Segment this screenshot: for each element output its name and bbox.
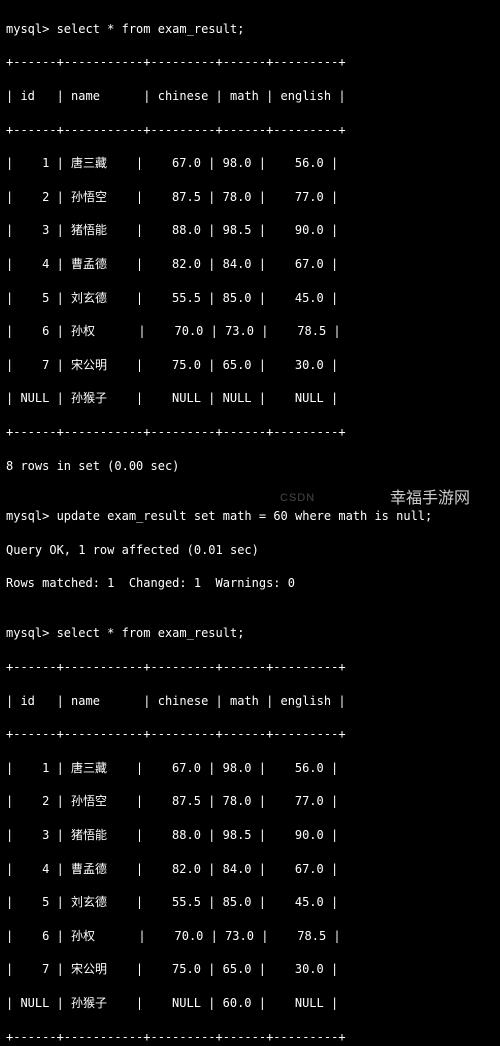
- sql-select-2: select * from exam_result;: [57, 626, 245, 640]
- mysql-prompt: mysql>: [6, 509, 57, 523]
- update-result: Rows matched: 1 Changed: 1 Warnings: 0: [6, 575, 494, 592]
- sql-update: update exam_result set math = 60 where m…: [57, 509, 433, 523]
- table-row: | 4 | 曹孟德 | 82.0 | 84.0 | 67.0 |: [6, 256, 494, 273]
- table-row: | 1 | 唐三藏 | 67.0 | 98.0 | 56.0 |: [6, 155, 494, 172]
- table-row: | 3 | 猪悟能 | 88.0 | 98.5 | 90.0 |: [6, 827, 494, 844]
- table-row: | 5 | 刘玄德 | 55.5 | 85.0 | 45.0 |: [6, 290, 494, 307]
- rows-summary: 8 rows in set (0.00 sec): [6, 458, 494, 475]
- table-row: | NULL | 孙猴子 | NULL | 60.0 | NULL |: [6, 995, 494, 1012]
- query-line: mysql> select * from exam_result;: [6, 625, 494, 642]
- table-row: | 7 | 宋公明 | 75.0 | 65.0 | 30.0 |: [6, 961, 494, 978]
- table-header: | id | name | chinese | math | english |: [6, 693, 494, 710]
- table-row: | 6 | 孙权 | 70.0 | 73.0 | 78.5 |: [6, 928, 494, 945]
- mysql-terminal[interactable]: mysql> select * from exam_result; +-----…: [0, 0, 500, 1046]
- table-row: | 4 | 曹孟德 | 82.0 | 84.0 | 67.0 |: [6, 861, 494, 878]
- table-row: | 7 | 宋公明 | 75.0 | 65.0 | 30.0 |: [6, 357, 494, 374]
- mysql-prompt: mysql>: [6, 626, 57, 640]
- sql-select-1: select * from exam_result;: [57, 22, 245, 36]
- mysql-prompt: mysql>: [6, 22, 57, 36]
- table-row: | 2 | 孙悟空 | 87.5 | 78.0 | 77.0 |: [6, 793, 494, 810]
- query-line: mysql> update exam_result set math = 60 …: [6, 508, 494, 525]
- table-row: | 3 | 猪悟能 | 88.0 | 98.5 | 90.0 |: [6, 222, 494, 239]
- query-line: mysql> select * from exam_result;: [6, 21, 494, 38]
- table-border: +------+-----------+---------+------+---…: [6, 1029, 494, 1046]
- table-border: +------+-----------+---------+------+---…: [6, 659, 494, 676]
- table-border: +------+-----------+---------+------+---…: [6, 54, 494, 71]
- table-border: +------+-----------+---------+------+---…: [6, 726, 494, 743]
- table-row: | NULL | 孙猴子 | NULL | NULL | NULL |: [6, 390, 494, 407]
- table-header: | id | name | chinese | math | english |: [6, 88, 494, 105]
- table-row: | 2 | 孙悟空 | 87.5 | 78.0 | 77.0 |: [6, 189, 494, 206]
- update-result: Query OK, 1 row affected (0.01 sec): [6, 542, 494, 559]
- table-row: | 1 | 唐三藏 | 67.0 | 98.0 | 56.0 |: [6, 760, 494, 777]
- table-border: +------+-----------+---------+------+---…: [6, 424, 494, 441]
- table-border: +------+-----------+---------+------+---…: [6, 122, 494, 139]
- table-row: | 6 | 孙权 | 70.0 | 73.0 | 78.5 |: [6, 323, 494, 340]
- table-row: | 5 | 刘玄德 | 55.5 | 85.0 | 45.0 |: [6, 894, 494, 911]
